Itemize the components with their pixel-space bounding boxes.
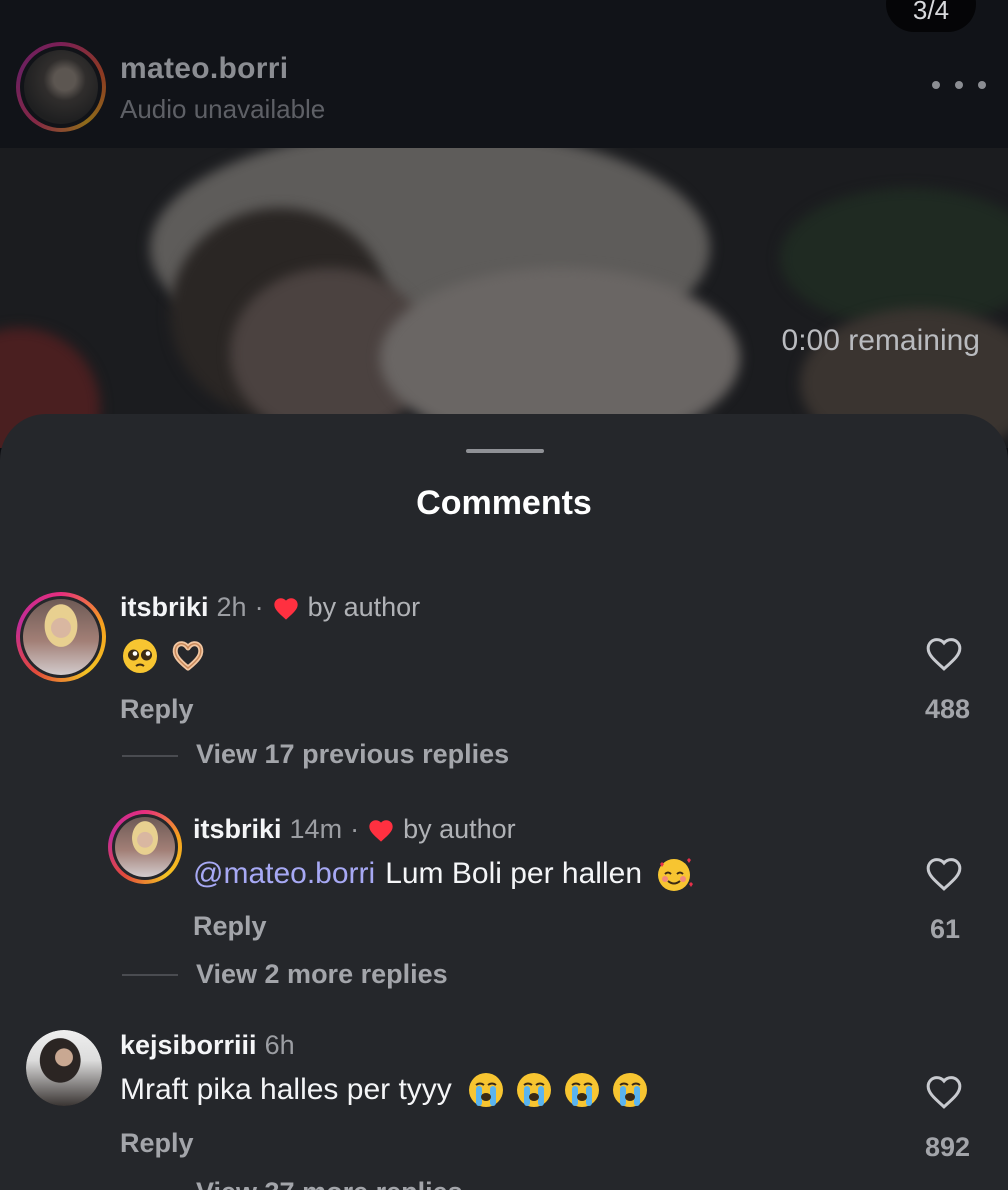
- audio-status: Audio unavailable: [120, 94, 326, 124]
- like-count: 892: [924, 1132, 970, 1162]
- page-indicator: 3/4: [886, 0, 976, 32]
- commenter-avatar[interactable]: [26, 1030, 102, 1106]
- like-count: 61: [929, 914, 960, 944]
- smiling-face-with-hearts-emoji: [658, 858, 694, 891]
- comment-body: [120, 636, 208, 676]
- post-header: 3/4 mateo.borri Audio unavailable: [0, 0, 1008, 148]
- loudly-crying-face-emoji: [516, 1073, 551, 1107]
- view-replies-button[interactable]: View 17 previous replies: [196, 739, 509, 770]
- reply-button[interactable]: Reply: [120, 694, 194, 725]
- sheet-drag-handle[interactable]: [466, 449, 544, 453]
- author-username[interactable]: mateo.borri: [120, 52, 288, 86]
- liked-by-author-label: by author: [403, 814, 516, 844]
- time-remaining: 0:00 remaining: [781, 324, 980, 357]
- comment-username[interactable]: itsbriki: [120, 592, 209, 623]
- author-avatar[interactable]: [16, 42, 106, 132]
- heart-hands-emoji: [172, 641, 204, 671]
- red-heart-icon: [369, 819, 393, 842]
- comment-time: 14m: [289, 814, 343, 844]
- comment-username[interactable]: kejsiborriii: [120, 1030, 257, 1061]
- commenter-avatar[interactable]: [16, 592, 106, 682]
- red-heart-icon: [273, 597, 298, 620]
- sheet-title: Comments: [416, 484, 592, 522]
- commenter-avatar[interactable]: [108, 810, 182, 884]
- reply-button[interactable]: Reply: [120, 1128, 194, 1159]
- comment-text: Lum Boli per hallen: [385, 857, 643, 890]
- comment-meta: itsbriki 14m · by author: [193, 814, 516, 845]
- thread-line: [122, 974, 178, 976]
- more-icon[interactable]: [932, 70, 986, 100]
- heart-outline-icon[interactable]: [924, 634, 964, 672]
- thread-line: [122, 755, 178, 757]
- heart-outline-icon[interactable]: [924, 1072, 964, 1110]
- loudly-crying-face-emoji: [612, 1073, 647, 1107]
- video-player[interactable]: 0:00 remaining: [0, 148, 1008, 448]
- comment-time: 6h: [264, 1030, 295, 1060]
- loudly-crying-face-emoji: [468, 1073, 503, 1107]
- view-replies-button[interactable]: View 2 more replies: [196, 959, 448, 990]
- liked-by-author-label: by author: [307, 592, 421, 622]
- meta-separator: ·: [254, 592, 264, 622]
- comment-username[interactable]: itsbriki: [193, 814, 282, 845]
- meta-separator: ·: [350, 814, 360, 844]
- comments-sheet: Comments itsbriki 2h · by author Reply 4…: [0, 414, 1008, 1190]
- view-replies-button[interactable]: View 37 more replies: [196, 1177, 463, 1190]
- comment-time: 2h: [216, 592, 247, 622]
- comment-meta: kejsiborriii 6h: [120, 1030, 295, 1061]
- heart-outline-icon[interactable]: [924, 854, 964, 892]
- like-count: 488: [924, 694, 970, 724]
- comment-body: @mateo.borri Lum Boli per hallen: [193, 854, 694, 894]
- reply-button[interactable]: Reply: [193, 911, 267, 942]
- pleading-face-emoji: [123, 639, 157, 673]
- comment-meta: itsbriki 2h · by author: [120, 592, 420, 623]
- mention-link[interactable]: @mateo.borri: [193, 857, 375, 891]
- comment-text: Mraft pika halles per tyyy: [120, 1073, 452, 1106]
- loudly-crying-face-emoji: [564, 1073, 599, 1107]
- comment-body: Mraft pika halles per tyyy: [120, 1070, 650, 1110]
